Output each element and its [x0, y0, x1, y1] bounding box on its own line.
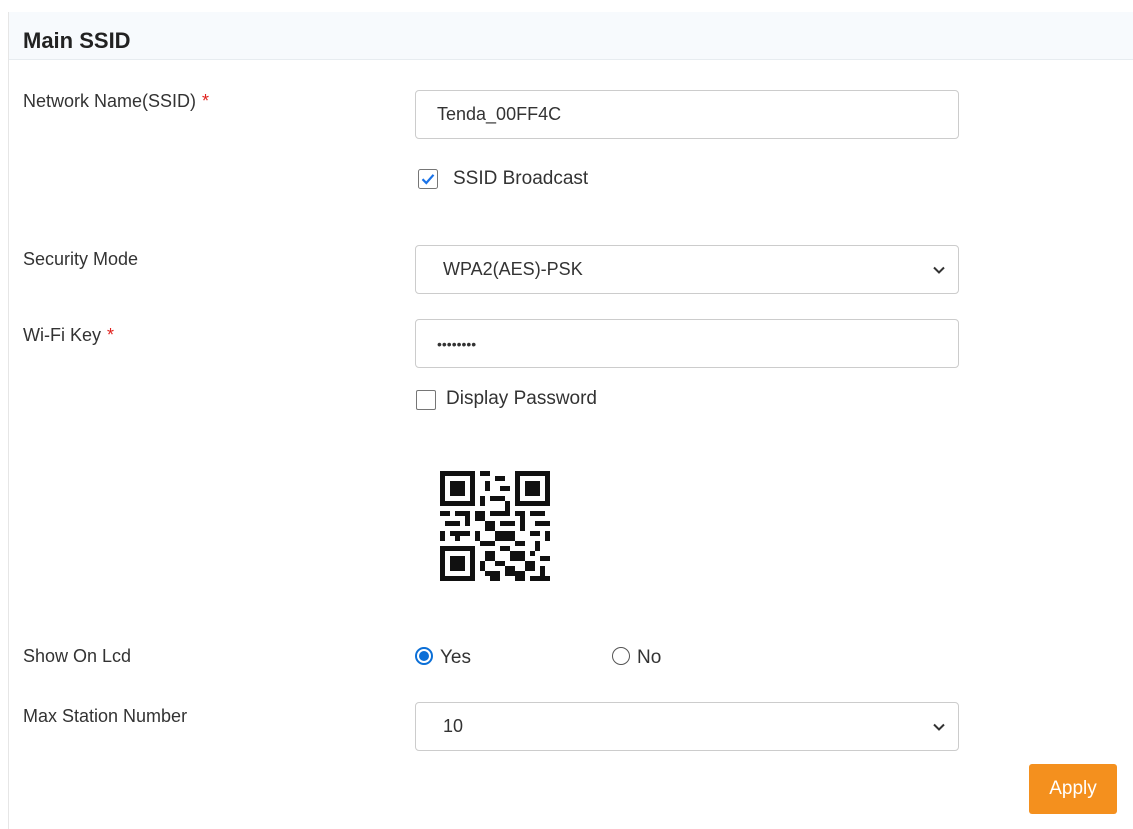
- lcd-yes-label: Yes: [440, 647, 471, 668]
- apply-button[interactable]: Apply: [1029, 764, 1117, 814]
- checkmark-icon: [418, 169, 438, 189]
- security-mode-select[interactable]: WPA2(AES)-PSK: [415, 245, 959, 294]
- wifi-key-label: Wi-Fi Key: [23, 325, 101, 345]
- ssid-broadcast-label: SSID Broadcast: [453, 168, 589, 189]
- max-station-label: Max Station Number: [23, 706, 188, 726]
- wifi-key-required-mark: *: [107, 325, 115, 345]
- security-mode-label: Security Mode: [23, 249, 139, 269]
- wifi-key-input[interactable]: ••••••••: [415, 319, 959, 368]
- ssid-input[interactable]: Tenda_00FF4C: [415, 90, 959, 139]
- wifi-key-masked-value: ••••••••: [437, 336, 477, 352]
- ssid-input-value: Tenda_00FF4C: [437, 104, 562, 124]
- ssid-label-row: Network Name(SSID) *: [23, 91, 209, 112]
- chevron-down-icon: [933, 266, 945, 274]
- max-station-select[interactable]: 10: [415, 702, 959, 751]
- section-title: Main SSID: [23, 28, 131, 53]
- security-mode-value: WPA2(AES)-PSK: [443, 259, 583, 279]
- ssid-broadcast-checkbox[interactable]: [418, 169, 438, 189]
- max-station-value: 10: [443, 716, 464, 736]
- lcd-no-label: No: [637, 647, 662, 668]
- ssid-label: Network Name(SSID): [23, 91, 197, 111]
- qr-code: [415, 445, 586, 615]
- chevron-down-icon: [933, 723, 945, 731]
- ssid-required-mark: *: [202, 91, 210, 111]
- qr-code-icon: [440, 471, 550, 581]
- section-header: Main SSID: [9, 12, 1133, 60]
- wifi-key-label-row: Wi-Fi Key *: [23, 325, 114, 346]
- show-on-lcd-label: Show On Lcd: [23, 646, 132, 666]
- lcd-yes-radio[interactable]: [415, 647, 433, 665]
- main-ssid-panel: Main SSID Network Name(SSID) * Tenda_00FF…: [8, 12, 1133, 829]
- display-password-checkbox[interactable]: [416, 390, 436, 410]
- lcd-no-radio[interactable]: [612, 647, 630, 665]
- display-password-label: Display Password: [446, 388, 597, 409]
